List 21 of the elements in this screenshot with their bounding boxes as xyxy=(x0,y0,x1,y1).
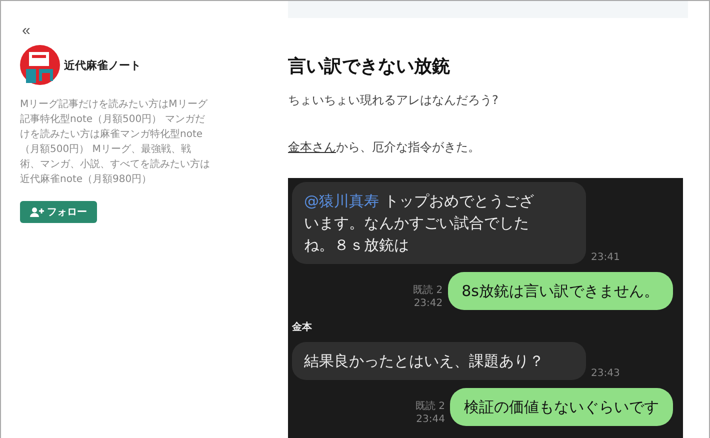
read-receipt: 既読 2 xyxy=(413,284,443,297)
sender-name: 金本 xyxy=(292,320,312,334)
follow-button[interactable]: フォロー xyxy=(20,201,97,223)
message-time: 23:43 xyxy=(591,367,620,380)
profile-description: Mリーグ記事だけを読みたい方はMリーグ記事特化型note（月額500円） マンガだけを読みたい方は麻雀マンガ特化型note（月額500円） Mリーグ、最強戦、戦術、マンガ、小説、すべてを読みたい方は近代麻雀note（月額980円） xyxy=(20,98,210,187)
add-user-icon xyxy=(30,207,44,217)
person-link[interactable]: 金本さん xyxy=(288,140,336,154)
avatar-icon xyxy=(20,45,60,85)
article-lead: ちょいちょい現れるアレはなんだろう? xyxy=(288,92,500,109)
chat-bubble: 結果良かったとはいえ、課題あり？ xyxy=(292,342,586,380)
message-time: 23:42 xyxy=(414,297,443,310)
chat-bubble: @猿川真寿 トップおめでとうございます。なんかすごい試合でしたね。８ｓ放銃は xyxy=(292,182,586,264)
article-title: 言い訳できない放銃 xyxy=(288,55,451,78)
message-time: 23:44 xyxy=(416,413,445,426)
chat-bubble: 検証の価値もないぐらいです xyxy=(450,388,673,426)
article-paragraph: 金本さんから、厄介な指令がきた。 xyxy=(288,139,481,156)
read-receipt: 既読 2 xyxy=(415,400,445,413)
chat-bubble: 8s放銃は言い訳できません。 xyxy=(448,272,673,310)
account-name: 近代麻雀ノート xyxy=(64,58,141,72)
collapse-button[interactable]: « xyxy=(22,23,36,39)
message-time: 23:41 xyxy=(591,251,620,264)
